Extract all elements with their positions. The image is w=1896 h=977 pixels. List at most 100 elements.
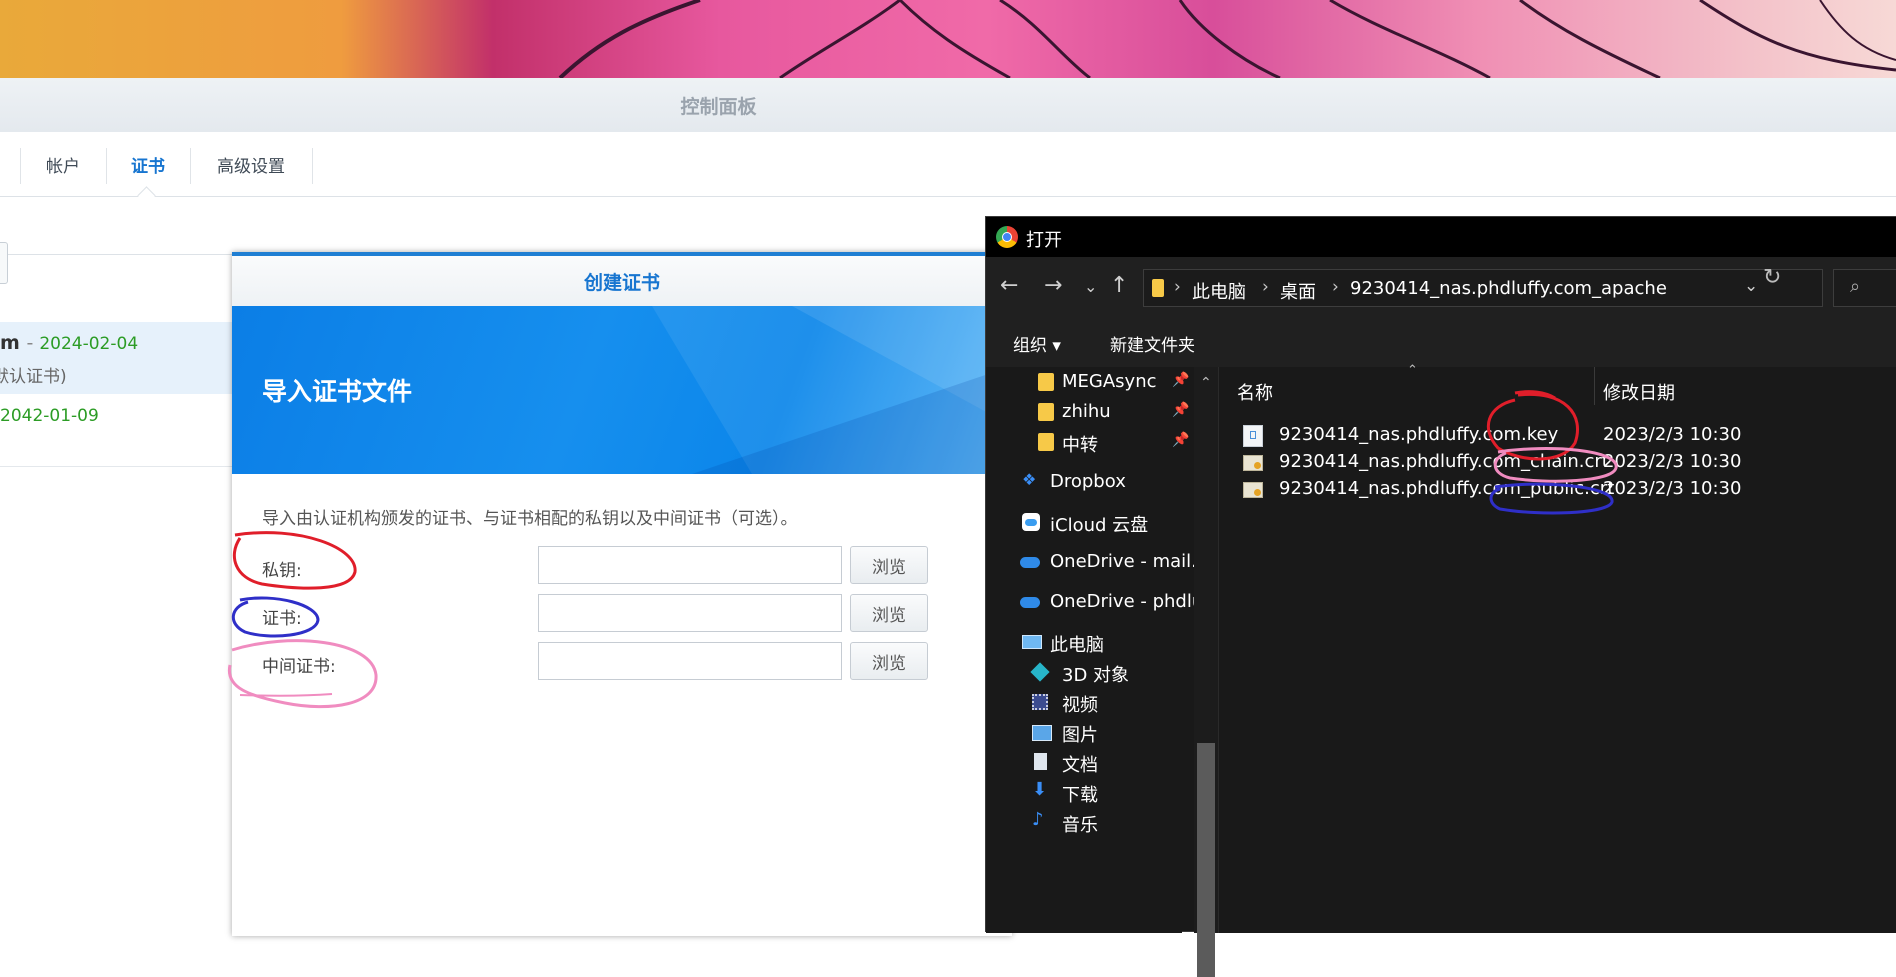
nav-item-label: Dropbox xyxy=(1050,471,1126,492)
chrome-icon xyxy=(996,226,1018,248)
certificate-icon xyxy=(1243,482,1263,498)
certificate-name: m - 2024-02-04 xyxy=(0,332,138,354)
dialog-description: 导入由认证机构颁发的证书、与证书相配的私钥以及中间证书（可选）。 xyxy=(262,509,798,529)
pc-icon xyxy=(1022,635,1042,649)
address-bar[interactable]: › 此电脑 › 桌面 › 9230414_nas.phdluffy.com_ap… xyxy=(1143,269,1823,307)
desktop-wallpaper xyxy=(0,0,1896,78)
icloud-icon xyxy=(1022,513,1040,531)
folder-icon xyxy=(1038,403,1054,421)
picture-icon xyxy=(1032,725,1052,741)
file-name: 9230414_nas.phdluffy.com_chain.crt xyxy=(1279,451,1609,472)
dialog-title: 创建证书 xyxy=(232,256,1012,306)
new-folder-button[interactable]: 新建文件夹 xyxy=(1110,331,1195,356)
separator-text: - xyxy=(26,332,34,354)
certificate-row[interactable]: m - 2024-02-04 默认证书) xyxy=(0,322,240,394)
column-divider[interactable] xyxy=(1594,367,1595,405)
certificate-icon xyxy=(1243,455,1263,471)
file-date: 2023/2/3 10:30 xyxy=(1603,451,1742,472)
private-key-browse-button[interactable]: 浏览 xyxy=(850,546,928,584)
sort-ascending-icon: ⌃ xyxy=(1407,363,1418,378)
nav-item-label: 中转 xyxy=(1062,435,1098,456)
dropbox-icon: ❖ xyxy=(1022,470,1037,489)
download-icon: ⬇ xyxy=(1032,779,1048,800)
refresh-icon[interactable]: ↻ xyxy=(1763,265,1781,290)
video-icon xyxy=(1032,694,1048,710)
onedrive-icon xyxy=(1020,557,1040,568)
file-dialog-commandbar: 组织 ▾ 新建文件夹 xyxy=(986,319,1896,367)
toolbar-button[interactable] xyxy=(0,242,8,284)
banner-title: 导入证书文件 xyxy=(262,377,413,406)
create-certificate-dialog: 创建证书 导入证书文件 导入由认证机构颁发的证书、与证书相配的私钥以及中间证书（… xyxy=(232,252,1012,936)
nav-item-label: zhihu xyxy=(1062,401,1111,422)
folder-icon xyxy=(1152,279,1164,297)
private-key-label: 私钥: xyxy=(262,561,302,581)
tab-advanced-settings[interactable]: 高级设置 xyxy=(190,132,312,196)
nav-item-label: 文档 xyxy=(1062,755,1098,776)
certificate-browse-button[interactable]: 浏览 xyxy=(850,594,928,632)
file-dialog-navbar: ← → ⌄ ↑ › 此电脑 › 桌面 › 9230414_nas.phdluff… xyxy=(986,257,1896,319)
certificate-expiry: 2024-02-04 xyxy=(39,334,139,354)
pin-icon: 📌 xyxy=(1172,402,1190,418)
breadcrumb-chevron-icon: › xyxy=(1262,277,1269,297)
certificate-subtitle: 默认证书) xyxy=(0,367,67,387)
breadcrumb-folder[interactable]: 9230414_nas.phdluffy.com_apache xyxy=(1350,278,1667,299)
file-name: 9230414_nas.phdluffy.com_public.crt xyxy=(1279,478,1615,499)
certificate-name: 2042-01-09 xyxy=(0,404,99,426)
file-date: 2023/2/3 10:30 xyxy=(1603,478,1742,499)
file-row-key[interactable]: 9230414_nas.phdluffy.com.key 2023/2/3 10… xyxy=(1237,421,1887,451)
control-panel-titlebar-right xyxy=(1437,78,1896,132)
scrollbar-thumb[interactable] xyxy=(1197,743,1215,977)
pin-icon: 📌 xyxy=(1172,432,1190,448)
file-date: 2023/2/3 10:30 xyxy=(1603,424,1742,445)
nav-item-label: OneDrive - phdlu xyxy=(1050,591,1204,612)
recent-dropdown-icon[interactable]: ⌄ xyxy=(1084,277,1097,296)
tab-account[interactable]: 帐户 xyxy=(20,132,106,196)
certificate-input[interactable] xyxy=(538,594,842,632)
column-header-name[interactable]: 名称 xyxy=(1237,379,1273,405)
pin-icon: 📌 xyxy=(1172,372,1190,388)
file-dialog-title: 打开 xyxy=(1026,230,1062,251)
tab-divider xyxy=(312,148,313,184)
certificate-name-text: m xyxy=(0,332,20,354)
private-key-input[interactable] xyxy=(538,546,842,584)
intermediate-certificate-label: 中间证书: xyxy=(262,657,336,677)
control-panel-title: 控制面板 xyxy=(0,78,1437,132)
intermediate-certificate-input[interactable] xyxy=(538,642,842,680)
search-icon: ⌕ xyxy=(1850,276,1861,297)
onedrive-icon xyxy=(1020,597,1040,608)
certificate-expiry: 2042-01-09 xyxy=(0,406,99,426)
nav-item-label: 下载 xyxy=(1062,785,1098,806)
file-row-chain-crt[interactable]: 9230414_nas.phdluffy.com_chain.crt 2023/… xyxy=(1237,448,1887,478)
navigation-scrollbar[interactable]: ⌃ xyxy=(1194,367,1218,977)
certificate-row[interactable]: 2042-01-09 xyxy=(0,394,240,467)
column-header-date[interactable]: 修改日期 xyxy=(1603,379,1675,405)
up-arrow-icon[interactable]: ↑ xyxy=(1110,273,1128,298)
tabbar-rule xyxy=(0,196,1896,197)
document-icon xyxy=(1034,753,1047,770)
navigation-pane: MEGAsync 📌 zhihu 📌 中转 📌 ❖ Dropbox iCloud… xyxy=(986,367,1207,933)
nav-item-label: 视频 xyxy=(1062,695,1098,716)
key-file-icon xyxy=(1243,425,1263,447)
address-dropdown-icon[interactable]: ⌄ xyxy=(1744,276,1758,296)
nav-item-label: OneDrive - mail.c xyxy=(1050,551,1207,572)
organize-menu[interactable]: 组织 ▾ xyxy=(1013,331,1061,356)
folder-icon xyxy=(1038,373,1054,391)
file-row-public-crt[interactable]: 9230414_nas.phdluffy.com_public.crt 2023… xyxy=(1237,475,1887,505)
scroll-up-icon[interactable]: ⌃ xyxy=(1200,375,1212,391)
file-dialog-titlebar: 打开 xyxy=(986,217,1896,257)
search-box[interactable]: ⌕ xyxy=(1833,269,1896,307)
nav-item-label: 3D 对象 xyxy=(1062,665,1130,686)
nav-item-label: 此电脑 xyxy=(1050,635,1104,656)
wallpaper-illustration xyxy=(558,0,1896,78)
breadcrumb-desktop[interactable]: 桌面 xyxy=(1280,278,1316,304)
music-icon: ♪ xyxy=(1032,809,1044,830)
nav-item-label: MEGAsync xyxy=(1062,371,1157,392)
file-open-dialog: 打开 ← → ⌄ ↑ › 此电脑 › 桌面 › 9230414_nas.phdl… xyxy=(985,216,1896,977)
intermediate-certificate-browse-button[interactable]: 浏览 xyxy=(850,642,928,680)
tab-certificate[interactable]: 证书 xyxy=(106,132,190,196)
nav-item-label: 音乐 xyxy=(1062,815,1098,836)
breadcrumb-this-pc[interactable]: 此电脑 xyxy=(1192,278,1246,304)
forward-arrow-icon[interactable]: → xyxy=(1044,273,1062,298)
breadcrumb-chevron-icon: › xyxy=(1332,277,1339,297)
back-arrow-icon[interactable]: ← xyxy=(1000,273,1018,298)
